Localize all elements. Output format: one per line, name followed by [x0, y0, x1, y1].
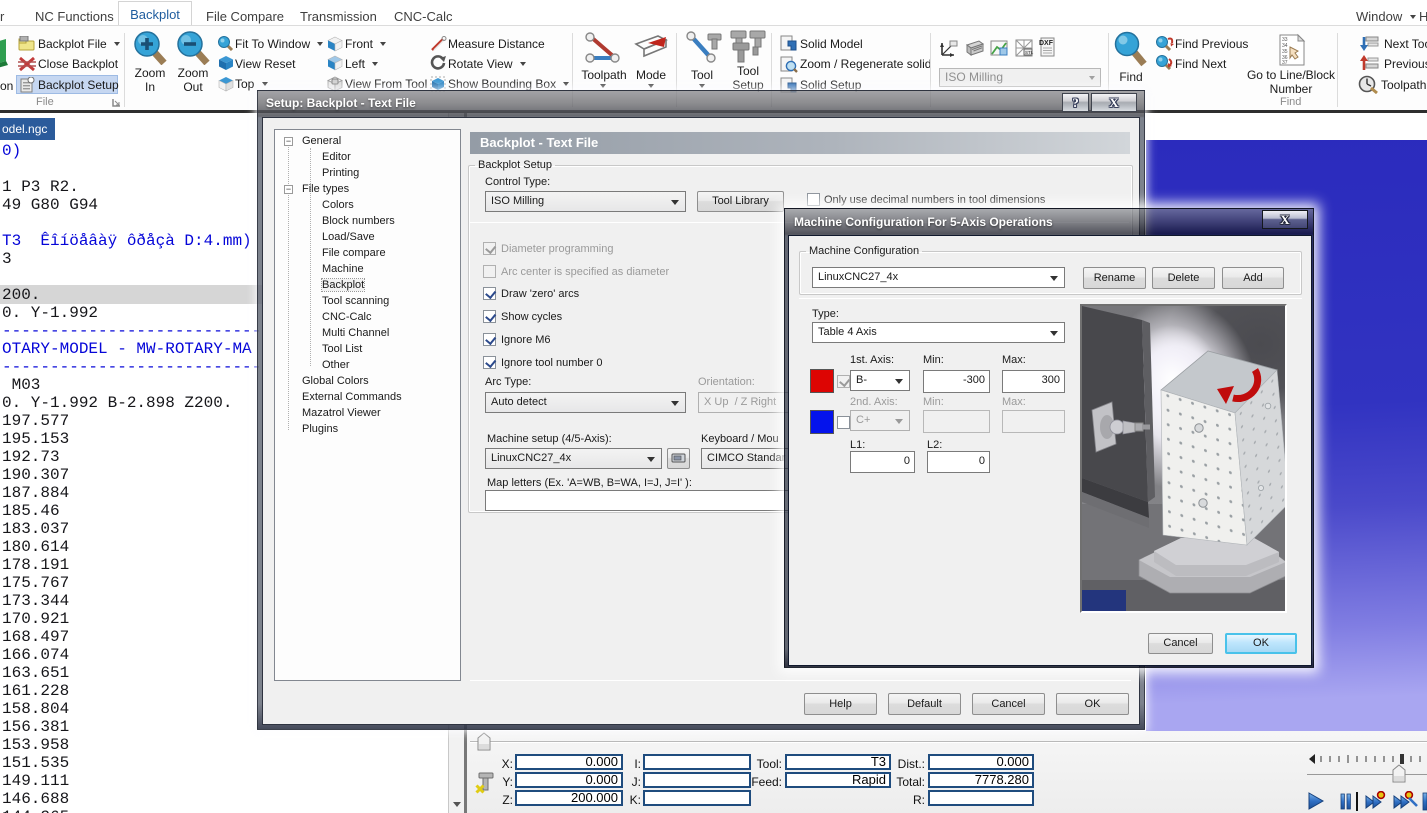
svg-text:DXF: DXF [1039, 40, 1054, 47]
svg-text:37: 37 [1282, 60, 1288, 66]
svg-text:STL: STL [1025, 50, 1034, 55]
